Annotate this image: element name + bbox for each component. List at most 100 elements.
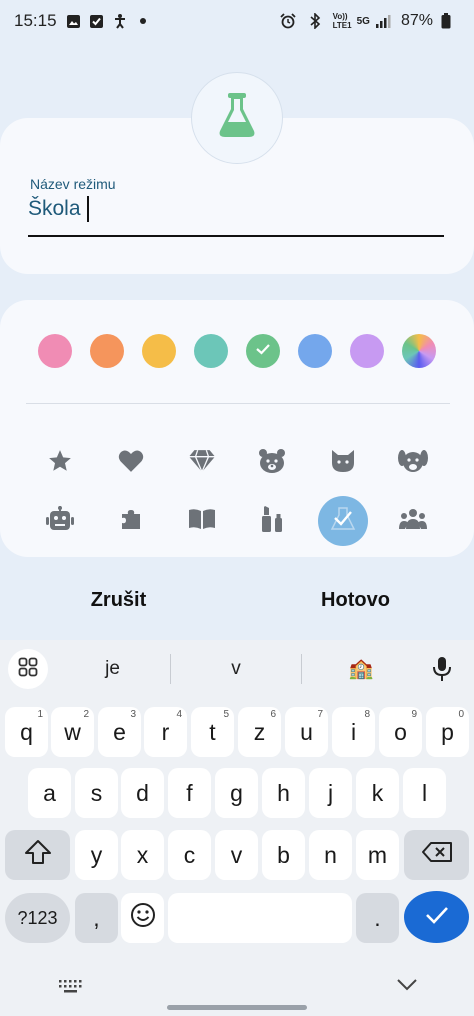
mode-icon-preview[interactable]	[191, 72, 283, 164]
color-swatch-green[interactable]	[246, 334, 280, 368]
signal-icon	[374, 12, 392, 30]
key-j[interactable]: j	[309, 768, 352, 818]
check-icon	[254, 340, 272, 363]
divider	[26, 403, 450, 404]
keyboard-menu-button[interactable]	[8, 649, 48, 689]
icon-option-flask[interactable]	[318, 496, 368, 546]
dog-icon	[398, 448, 428, 479]
color-swatch-purple[interactable]	[350, 334, 384, 368]
cosmetics-icon	[260, 505, 284, 538]
heart-icon	[118, 449, 144, 478]
name-input-underline	[28, 235, 444, 237]
microphone-icon[interactable]	[432, 656, 452, 687]
grid-icon	[18, 657, 38, 682]
emoji-key[interactable]	[121, 893, 164, 943]
suggestion-separator	[301, 654, 302, 684]
image-icon	[65, 12, 83, 30]
icon-option-book[interactable]	[177, 496, 227, 546]
color-swatch-blue[interactable]	[298, 334, 332, 368]
book-icon	[188, 508, 216, 535]
suggestion-3-school-emoji[interactable]: 🏫	[306, 640, 416, 698]
key-v[interactable]: v	[215, 830, 258, 880]
battery-icon	[437, 12, 455, 30]
home-indicator[interactable]	[167, 1005, 307, 1010]
space-key[interactable]	[168, 893, 352, 943]
period-key[interactable]: .	[356, 893, 399, 943]
icon-option-robot[interactable]	[35, 496, 85, 546]
key-k[interactable]: k	[356, 768, 399, 818]
icon-option-star[interactable]	[35, 438, 85, 488]
name-input-value: Škola	[28, 197, 81, 220]
key-i[interactable]: i8	[332, 707, 375, 757]
5g-icon: 5G	[356, 15, 370, 27]
done-button[interactable]: Hotovo	[237, 575, 474, 625]
color-swatch-teal[interactable]	[194, 334, 228, 368]
key-h[interactable]: h	[262, 768, 305, 818]
icon-option-diamond[interactable]	[177, 438, 227, 488]
dot-icon	[134, 12, 152, 30]
key-w[interactable]: w2	[51, 707, 94, 757]
key-x[interactable]: x	[121, 830, 164, 880]
checkmark-icon	[425, 904, 449, 931]
key-p[interactable]: p0	[426, 707, 469, 757]
key-l[interactable]: l	[403, 768, 446, 818]
key-b[interactable]: b	[262, 830, 305, 880]
dialog-actions: Zrušit Hotovo	[0, 575, 474, 625]
icon-option-heart[interactable]	[106, 438, 156, 488]
style-card	[0, 300, 474, 557]
key-u[interactable]: u7	[285, 707, 328, 757]
color-picker	[0, 334, 474, 370]
icon-option-bear[interactable]	[247, 438, 297, 488]
key-s[interactable]: s	[75, 768, 118, 818]
name-label: Název režimu	[30, 176, 116, 192]
enter-key[interactable]	[404, 891, 469, 943]
key-o[interactable]: o9	[379, 707, 422, 757]
icon-option-puzzle[interactable]	[106, 496, 156, 546]
color-swatch-pink[interactable]	[38, 334, 72, 368]
key-q[interactable]: q1	[5, 707, 48, 757]
key-e[interactable]: e3	[98, 707, 141, 757]
star-icon	[47, 448, 73, 479]
key-y[interactable]: y	[75, 830, 118, 880]
battery-percent: 87%	[400, 12, 433, 29]
color-swatch-custom[interactable]	[402, 334, 436, 368]
name-input[interactable]: Škola	[28, 196, 89, 222]
check-square-icon	[88, 12, 106, 30]
key-c[interactable]: c	[168, 830, 211, 880]
key-g[interactable]: g	[215, 768, 258, 818]
suggestion-bar: je v 🏫	[0, 640, 474, 698]
icon-option-dog[interactable]	[388, 438, 438, 488]
chevron-down-icon[interactable]	[396, 978, 418, 997]
icon-option-cosmetics[interactable]	[247, 496, 297, 546]
bluetooth-icon	[306, 12, 324, 30]
key-a[interactable]: a	[28, 768, 71, 818]
backspace-key[interactable]	[404, 830, 469, 880]
color-swatch-yellow[interactable]	[142, 334, 176, 368]
icon-option-people[interactable]	[388, 496, 438, 546]
suggestion-separator	[170, 654, 171, 684]
flask-check-icon	[329, 505, 357, 538]
comma-key[interactable]: ,	[75, 893, 118, 943]
volte-icon: Vo)) LTE1	[332, 12, 352, 30]
symbols-key[interactable]: ?123	[5, 893, 70, 943]
suggestion-2[interactable]: v	[175, 640, 297, 698]
key-f[interactable]: f	[168, 768, 211, 818]
key-m[interactable]: m	[356, 830, 399, 880]
shift-icon	[24, 839, 52, 871]
key-z[interactable]: z6	[238, 707, 281, 757]
shift-key[interactable]	[5, 830, 70, 880]
suggestion-1[interactable]: je	[60, 640, 165, 698]
robot-icon	[45, 505, 75, 537]
keyboard-toggle-icon[interactable]	[58, 978, 84, 999]
text-caret	[86, 196, 89, 222]
icon-option-cat[interactable]	[318, 438, 368, 488]
keyboard: je v 🏫 q1 w2 e3 r4 t5 z6 u7 i8 o9 p0 a s…	[0, 640, 474, 1016]
color-swatch-orange[interactable]	[90, 334, 124, 368]
cancel-button[interactable]: Zrušit	[0, 575, 237, 625]
cat-icon	[330, 449, 356, 478]
key-n[interactable]: n	[309, 830, 352, 880]
backspace-icon	[421, 841, 453, 869]
key-d[interactable]: d	[121, 768, 164, 818]
key-r[interactable]: r4	[144, 707, 187, 757]
key-t[interactable]: t5	[191, 707, 234, 757]
